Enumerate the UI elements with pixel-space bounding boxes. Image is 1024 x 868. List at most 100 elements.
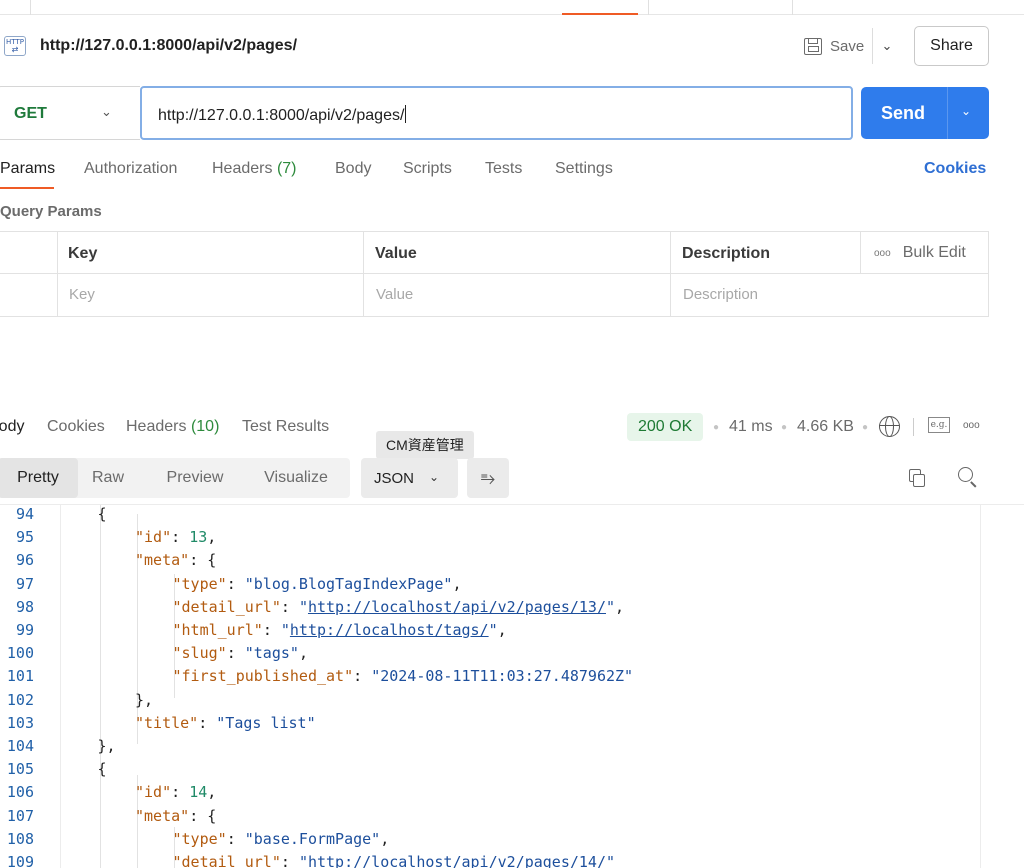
code-token: "first_published_at"	[172, 667, 354, 686]
code-token: ,	[497, 621, 507, 639]
code-token: "blog.BlogTagIndexPage"	[244, 574, 453, 593]
response-time[interactable]: 41 ms	[729, 418, 773, 436]
description-input[interactable]: Description	[683, 286, 758, 303]
url-input[interactable]: http://127.0.0.1:8000/api/v2/pages/	[140, 86, 853, 140]
tab-settings[interactable]: Settings	[555, 160, 613, 178]
line-number: 103	[6, 713, 34, 732]
save-options-chevron-down-icon[interactable]: ⌄	[876, 34, 898, 58]
code-line: 101 "first_published_at": "2024-08-11T11:…	[0, 665, 980, 688]
line-number: 102	[6, 690, 34, 709]
tab-test-results[interactable]: Test Results	[242, 418, 329, 436]
tab-authorization[interactable]: Authorization	[84, 160, 177, 178]
code-text: },	[135, 689, 153, 712]
column-header-value: Value	[375, 245, 417, 262]
code-link[interactable]: http://localhost/tags/	[290, 621, 489, 639]
column-divider	[670, 232, 671, 316]
query-params-label: Query Params	[0, 203, 102, 220]
top-tab-strip	[0, 0, 1024, 15]
column-divider	[363, 232, 364, 316]
line-number: 104	[6, 737, 34, 755]
code-text: "html_url": "http://localhost/tags/",	[173, 619, 507, 642]
code-text: "first_published_at": "2024-08-11T11:03:…	[173, 665, 634, 688]
line-number: 108	[6, 829, 34, 848]
copy-icon[interactable]	[909, 469, 926, 487]
code-line: 98 "detail_url": "http://localhost/api/v2…	[0, 596, 980, 619]
chevron-down-icon: ⌄	[429, 470, 440, 484]
tab-divider	[648, 0, 649, 15]
chevron-down-icon: ⌄	[101, 104, 112, 119]
code-token: "	[280, 621, 290, 639]
line-number: 98	[15, 597, 34, 616]
format-select[interactable]: JSON ⌄	[361, 458, 458, 498]
cookies-link[interactable]: Cookies	[924, 160, 986, 178]
view-preview[interactable]: Preview	[153, 458, 237, 498]
code-text: "id": 13,	[135, 526, 216, 549]
key-input[interactable]: Key	[69, 286, 95, 303]
example-icon[interactable]: e.g.	[928, 417, 950, 433]
view-mode-selector: Pretty Raw Preview Visualize	[0, 458, 350, 498]
code-token: ,	[298, 644, 308, 663]
code-link[interactable]: http://localhost/api/v2/pages/13/	[308, 598, 606, 616]
method-select[interactable]: GET ⌄	[0, 86, 140, 140]
code-line: 100 "slug": "tags",	[0, 642, 980, 665]
tab-body[interactable]: Body	[335, 160, 371, 178]
tab-tests[interactable]: Tests	[485, 160, 522, 178]
share-button[interactable]: Share	[914, 26, 989, 66]
status-badge[interactable]: 200 OK	[627, 413, 704, 441]
view-raw[interactable]: Raw	[78, 458, 138, 498]
column-header-description: Description	[682, 245, 771, 262]
query-params-table: Key Value Description ooo Bulk Edit Key V…	[0, 231, 989, 317]
scrollbar-track[interactable]	[980, 505, 981, 868]
code-token: "Tags list"	[216, 713, 316, 732]
bulk-edit-button[interactable]: ooo Bulk Edit	[874, 244, 966, 262]
code-text: },	[98, 735, 116, 758]
code-line: 102},	[0, 689, 980, 712]
code-token: "html_url"	[172, 621, 263, 639]
code-line: 96 "meta": {	[0, 549, 980, 572]
code-line: 109 "detail_url": "http://localhost/api/v…	[0, 851, 980, 868]
code-token: "tags"	[244, 644, 299, 663]
code-token: "title"	[135, 713, 199, 732]
code-token: "	[298, 853, 308, 868]
send-options-chevron-down-icon[interactable]: ⌄	[961, 104, 971, 118]
line-number: 99	[15, 621, 34, 639]
code-token: },	[135, 690, 154, 709]
response-size[interactable]: 4.66 KB	[797, 418, 854, 436]
code-text: "type": "blog.BlogTagIndexPage",	[173, 573, 462, 596]
code-line: 99 "html_url": "http://localhost/tags/",	[0, 619, 980, 642]
divider	[872, 28, 873, 64]
code-token: :	[280, 597, 299, 616]
code-text: "meta": {	[135, 549, 216, 572]
save-button[interactable]: Save	[796, 28, 872, 64]
separator-dot: ●	[781, 422, 788, 433]
separator-dot: ●	[862, 422, 869, 433]
code-token: ,	[207, 783, 217, 802]
save-icon	[804, 37, 822, 55]
code-token: "type"	[172, 829, 227, 848]
divider	[947, 87, 948, 139]
code-token: "id"	[135, 528, 172, 547]
value-input[interactable]: Value	[376, 286, 413, 303]
send-button[interactable]: Send ⌄	[861, 87, 989, 139]
code-text: "detail_url": "http://localhost/api/v2/p…	[173, 851, 616, 868]
globe-icon[interactable]	[879, 416, 900, 437]
tab-response-headers[interactable]: Headers (10)	[126, 418, 219, 436]
wrap-icon[interactable]: ⥱	[467, 458, 509, 498]
request-title[interactable]: http://127.0.0.1:8000/api/v2/pages/	[40, 37, 297, 55]
response-toolbar: Pretty Raw Preview Visualize JSON ⌄ ⥱	[0, 458, 1024, 499]
tab-params[interactable]: Params	[0, 160, 55, 178]
view-visualize[interactable]: Visualize	[250, 458, 342, 498]
tab-response-cookies[interactable]: Cookies	[47, 418, 105, 436]
tab-headers[interactable]: Headers (7)	[212, 160, 297, 178]
bulk-edit-label: Bulk Edit	[902, 244, 966, 261]
code-link[interactable]: http://localhost/api/v2/pages/14/	[308, 853, 606, 868]
search-icon[interactable]	[958, 467, 978, 488]
view-pretty[interactable]: Pretty	[0, 458, 78, 498]
line-number: 95	[15, 528, 34, 547]
response-code-viewer[interactable]: 94{95 "id": 13, 96 "meta": {97 "type": "blog…	[0, 504, 1024, 868]
tab-response-body[interactable]: Body	[0, 418, 24, 436]
tab-scripts[interactable]: Scripts	[403, 160, 452, 178]
code-text: "title": "Tags list"	[135, 712, 316, 735]
code-token: "base.FormPage"	[244, 829, 381, 848]
more-icon[interactable]: ooo	[963, 420, 980, 431]
